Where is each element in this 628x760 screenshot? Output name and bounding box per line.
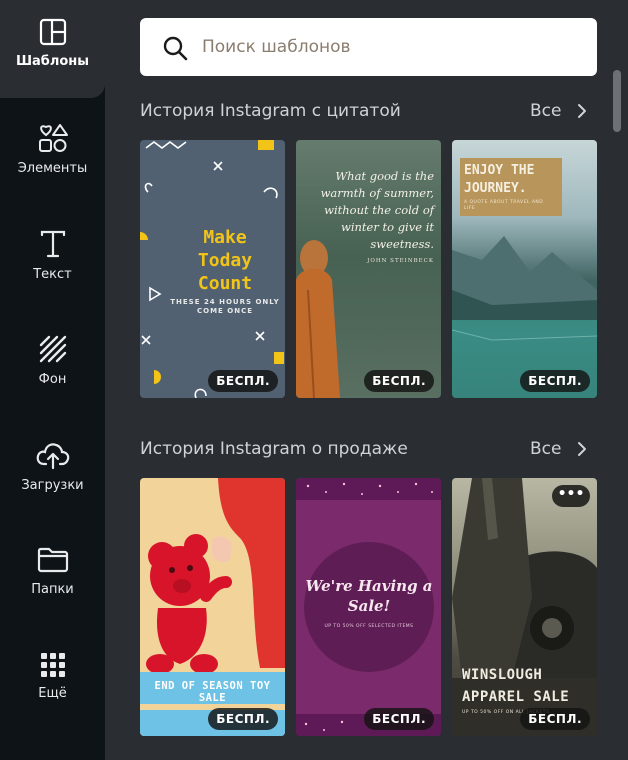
sidebar-item-elements[interactable]: Элементы	[0, 123, 105, 223]
chevron-right-icon	[578, 442, 586, 456]
sidebar-item-label: Ещё	[38, 686, 67, 701]
search-icon	[163, 36, 188, 61]
card-headline: WINSLOUGH APPAREL SALE	[462, 667, 570, 705]
section-title: История Instagram с цитатой	[140, 101, 401, 121]
template-card[interactable]: ••• WINSLOUGH APPAREL SALE UP TO 50% OFF…	[452, 478, 597, 736]
sidebar-item-label: Шаблоны	[15, 54, 90, 69]
free-badge: БЕСПЛ.	[208, 370, 278, 392]
card-headline: END OF SEASON TOY SALE	[154, 680, 271, 704]
sidebar-item-label: Папки	[31, 582, 74, 597]
folder-icon	[37, 547, 68, 573]
template-card[interactable]: END OF SEASON TOY SALE БЕСПЛ.	[140, 478, 285, 736]
sidebar-item-templates[interactable]: Шаблоны	[0, 18, 105, 118]
card-subtitle: A QUOTE ABOUT TRAVEL AND LIFE	[464, 200, 544, 211]
search-box	[140, 18, 597, 76]
card-subtitle: UP TO 50% OFF SELECTED ITEMS	[324, 624, 414, 629]
scrollbar-thumb[interactable]	[613, 70, 621, 132]
sidebar-item-label: Текст	[33, 267, 72, 282]
sidebar-item-folders[interactable]: Папки	[0, 546, 105, 646]
upload-icon	[36, 443, 69, 470]
background-icon	[39, 335, 66, 363]
free-badge: БЕСПЛ.	[364, 370, 434, 392]
templates-icon	[39, 18, 66, 46]
free-badge: БЕСПЛ.	[520, 370, 590, 392]
sidebar-item-label: Элементы	[17, 161, 88, 176]
text-icon	[40, 230, 65, 258]
more-options-button[interactable]: •••	[552, 485, 590, 507]
card-headline: Make Today Count	[197, 227, 253, 294]
sidebar-item-more[interactable]: Ещё	[0, 652, 105, 752]
free-badge: БЕСПЛ.	[520, 708, 590, 730]
sidebar-item-text[interactable]: Текст	[0, 229, 105, 329]
sidebar-item-label: Фон	[38, 372, 67, 387]
card-headline: ENJOY THE JOURNEY.	[464, 163, 535, 196]
free-badge: БЕСПЛ.	[208, 708, 278, 730]
card-author: JOHN STEINBECK	[367, 258, 434, 264]
card-quote: What good is the warmth of summer, witho…	[320, 169, 434, 251]
see-all-link[interactable]: Все	[530, 101, 586, 121]
template-card[interactable]: ENJOY THE JOURNEY. A QUOTE ABOUT TRAVEL …	[452, 140, 597, 398]
sidebar-item-uploads[interactable]: Загрузки	[0, 440, 105, 540]
see-all-label: Все	[530, 439, 562, 459]
template-card[interactable]: Make Today Count THESE 24 HOURS ONLY COM…	[140, 140, 285, 398]
sidebar-item-background[interactable]: Фон	[0, 334, 105, 434]
free-badge: БЕСПЛ.	[364, 708, 434, 730]
card-headline: We're Having a Sale!	[305, 577, 433, 615]
more-grid-icon	[40, 653, 65, 677]
see-all-link[interactable]: Все	[530, 439, 586, 459]
search-input[interactable]	[202, 30, 582, 64]
see-all-label: Все	[530, 101, 562, 121]
chevron-right-icon	[578, 104, 586, 118]
card-subtitle: THESE 24 HOURS ONLY COME ONCE	[170, 298, 280, 315]
template-card[interactable]: We're Having a Sale! UP TO 50% OFF SELEC…	[296, 478, 441, 736]
sidebar: Шаблоны Элементы Текст Фон Загрузки Папк…	[0, 0, 105, 760]
section-title: История Instagram о продаже	[140, 439, 408, 459]
sidebar-item-label: Загрузки	[21, 478, 84, 493]
template-card[interactable]: What good is the warmth of summer, witho…	[296, 140, 441, 398]
elements-icon	[38, 124, 68, 152]
